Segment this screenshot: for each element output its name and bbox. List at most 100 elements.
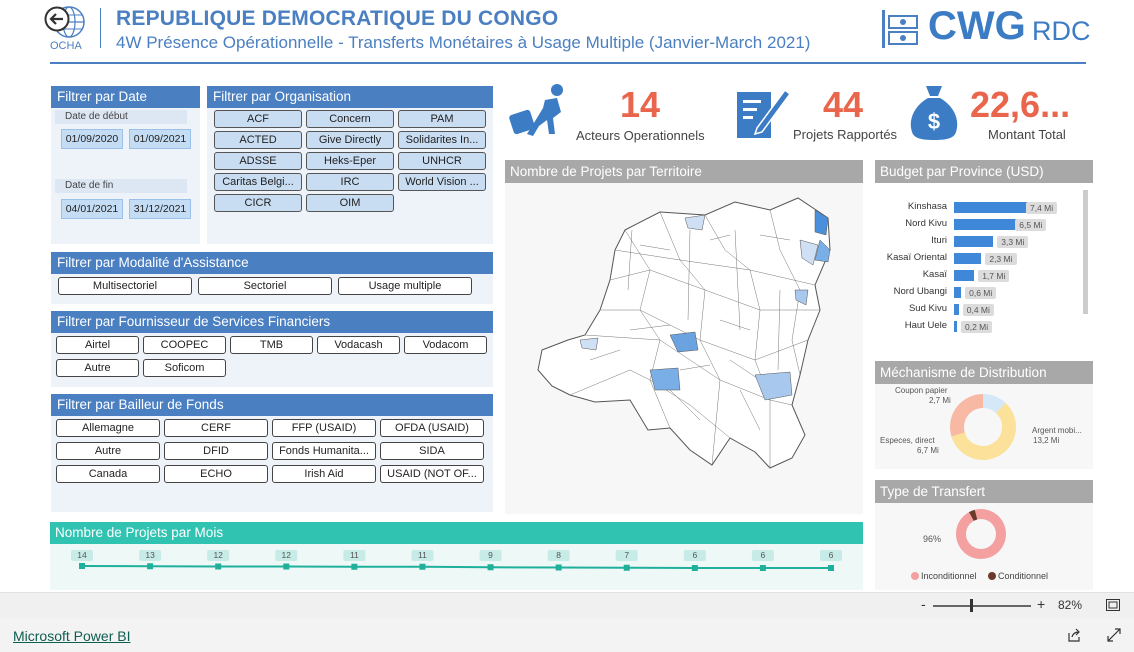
- fournisseur-chip[interactable]: TMB: [230, 336, 313, 354]
- organisation-chip[interactable]: PAM: [398, 110, 486, 128]
- ocha-label: OCHA: [50, 40, 82, 52]
- monthly-value-label: 14: [77, 550, 87, 560]
- monthly-point[interactable]: [419, 563, 426, 570]
- monthly-point[interactable]: [487, 564, 494, 571]
- donut-slice[interactable]: [968, 509, 978, 521]
- slice-value-label: 6,7 Mi: [917, 446, 939, 455]
- monthly-point[interactable]: [691, 565, 698, 571]
- donut-slice[interactable]: [982, 394, 1006, 414]
- monthly-line-chart[interactable]: 14 13 12 12 11 11 9 8 7 6 6 6: [50, 544, 863, 590]
- end-date-from[interactable]: 04/01/2021: [61, 199, 123, 219]
- province-label: Haut Uele: [904, 320, 947, 331]
- monthly-value-label: 12: [282, 550, 292, 560]
- province-bar[interactable]: [954, 236, 994, 247]
- province-bar[interactable]: [954, 253, 982, 264]
- fournisseur-chip[interactable]: Vodacash: [317, 336, 400, 354]
- legend-label: Conditionnel: [998, 571, 1048, 581]
- province-bar[interactable]: [954, 304, 959, 315]
- end-date-to[interactable]: 31/12/2021: [129, 199, 191, 219]
- fournisseur-chip[interactable]: Soficom: [143, 359, 226, 377]
- monthly-point[interactable]: [147, 563, 154, 570]
- zoom-bar: - + 82%: [0, 592, 1134, 618]
- fullscreen-icon[interactable]: [1107, 628, 1121, 642]
- organisation-chip[interactable]: CICR: [214, 194, 302, 212]
- organisation-chip[interactable]: OIM: [306, 194, 394, 212]
- monthly-value-label: 6: [829, 550, 834, 560]
- fournisseur-chip[interactable]: Autre: [56, 359, 139, 377]
- province-bar[interactable]: [954, 321, 957, 332]
- modalite-chip[interactable]: Usage multiple: [338, 277, 472, 295]
- monthly-point[interactable]: [555, 564, 562, 571]
- organisation-chip[interactable]: Concern: [306, 110, 394, 128]
- organisation-chip[interactable]: Caritas Belgi...: [214, 173, 302, 191]
- organisation-chip[interactable]: UNHCR: [398, 152, 486, 170]
- mechanism-title: Méchanisme de Distribution: [875, 361, 1093, 384]
- budget-scrollbar[interactable]: [1083, 190, 1088, 314]
- bailleur-chip[interactable]: OFDA (USAID): [380, 419, 484, 437]
- organisation-chip[interactable]: ADSSE: [214, 152, 302, 170]
- bailleur-chip[interactable]: DFID: [164, 442, 268, 460]
- bailleur-chip[interactable]: Canada: [56, 465, 160, 483]
- donut-slice[interactable]: [956, 509, 1006, 559]
- monthly-point[interactable]: [759, 565, 766, 571]
- organisation-chip[interactable]: Give Directly: [306, 131, 394, 149]
- map-panel: Nombre de Projets par Territoire: [505, 160, 863, 514]
- bailleur-chip[interactable]: SIDA: [380, 442, 484, 460]
- bailleur-chip[interactable]: CERF: [164, 419, 268, 437]
- modalite-chip[interactable]: Multisectoriel: [58, 277, 192, 295]
- fournisseur-chip[interactable]: Vodacom: [404, 336, 487, 354]
- back-arrow-icon[interactable]: [44, 6, 70, 32]
- organisation-chip[interactable]: ACF: [214, 110, 302, 128]
- monthly-value-label: 11: [418, 550, 427, 560]
- fournisseur-chip[interactable]: Airtel: [56, 336, 139, 354]
- bailleur-chip[interactable]: Autre: [56, 442, 160, 460]
- zoom-level: 82%: [1058, 598, 1083, 612]
- drc-territory-map[interactable]: [530, 190, 845, 500]
- fit-to-page-icon[interactable]: [1106, 599, 1120, 611]
- slice-value-label: 13,2 Mi: [1033, 436, 1059, 445]
- province-bar[interactable]: [954, 287, 962, 298]
- bailleur-chip[interactable]: FFP (USAID): [272, 419, 376, 437]
- bailleur-chip[interactable]: ECHO: [164, 465, 268, 483]
- bailleur-filter-panel: Filtrer par Bailleur de Fonds Allemagne C…: [51, 394, 493, 512]
- province-bar[interactable]: [954, 270, 975, 281]
- zoom-out-button[interactable]: -: [921, 596, 926, 612]
- transfer-pct-label: 96%: [923, 534, 941, 544]
- start-date-from[interactable]: 01/09/2020: [61, 129, 123, 149]
- monthly-point[interactable]: [283, 563, 290, 570]
- organisation-chip[interactable]: Solidarites In...: [398, 131, 486, 149]
- map-title: Nombre de Projets par Territoire: [505, 160, 863, 183]
- donut-slice[interactable]: [950, 394, 984, 437]
- province-value-label: 7,4 Mi: [1026, 202, 1058, 214]
- bailleur-chip[interactable]: Irish Aid: [272, 465, 376, 483]
- province-value-label: 1,7 Mi: [978, 270, 1010, 282]
- zoom-slider-thumb[interactable]: [970, 599, 974, 612]
- bailleur-chip[interactable]: USAID (NOT OF...: [380, 465, 484, 483]
- mechanism-donut-chart[interactable]: Coupon papier2,7 Mi Argent mobi...13,2 Mi…: [875, 385, 1093, 469]
- organisation-chip[interactable]: ACTED: [214, 131, 302, 149]
- monthly-point[interactable]: [351, 563, 358, 570]
- monthly-point[interactable]: [623, 564, 630, 571]
- share-icon[interactable]: [1067, 628, 1081, 642]
- bailleur-chip[interactable]: Fonds Humanita...: [272, 442, 376, 460]
- province-label: Ituri: [931, 235, 947, 246]
- modalite-filter-panel: Filtrer par Modalité d'Assistance Multis…: [51, 252, 493, 304]
- person-running-icon: [509, 84, 563, 136]
- page-title: REPUBLIQUE DEMOCRATIQUE DU CONGO: [116, 7, 559, 30]
- modalite-chip[interactable]: Sectoriel: [198, 277, 332, 295]
- organisation-chip[interactable]: Heks-Eper: [306, 152, 394, 170]
- monthly-point[interactable]: [79, 563, 85, 569]
- start-date-to[interactable]: 01/09/2021: [129, 129, 191, 149]
- power-bi-link[interactable]: Microsoft Power BI: [13, 628, 130, 644]
- monthly-point[interactable]: [828, 565, 834, 571]
- bailleur-chip[interactable]: Allemagne: [56, 419, 160, 437]
- organisation-chip[interactable]: IRC: [306, 173, 394, 191]
- fournisseur-chip[interactable]: COOPEC: [143, 336, 226, 354]
- monthly-point[interactable]: [215, 563, 222, 570]
- transfer-donut-chart[interactable]: 96% Inconditionnel Conditionnel: [875, 504, 1093, 590]
- zoom-in-button[interactable]: +: [1037, 596, 1045, 612]
- zoom-slider[interactable]: [933, 605, 1031, 607]
- organisation-chip[interactable]: World Vision ...: [398, 173, 486, 191]
- monthly-value-label: 8: [556, 550, 561, 560]
- province-value-label: 6,5 Mi: [1015, 219, 1047, 231]
